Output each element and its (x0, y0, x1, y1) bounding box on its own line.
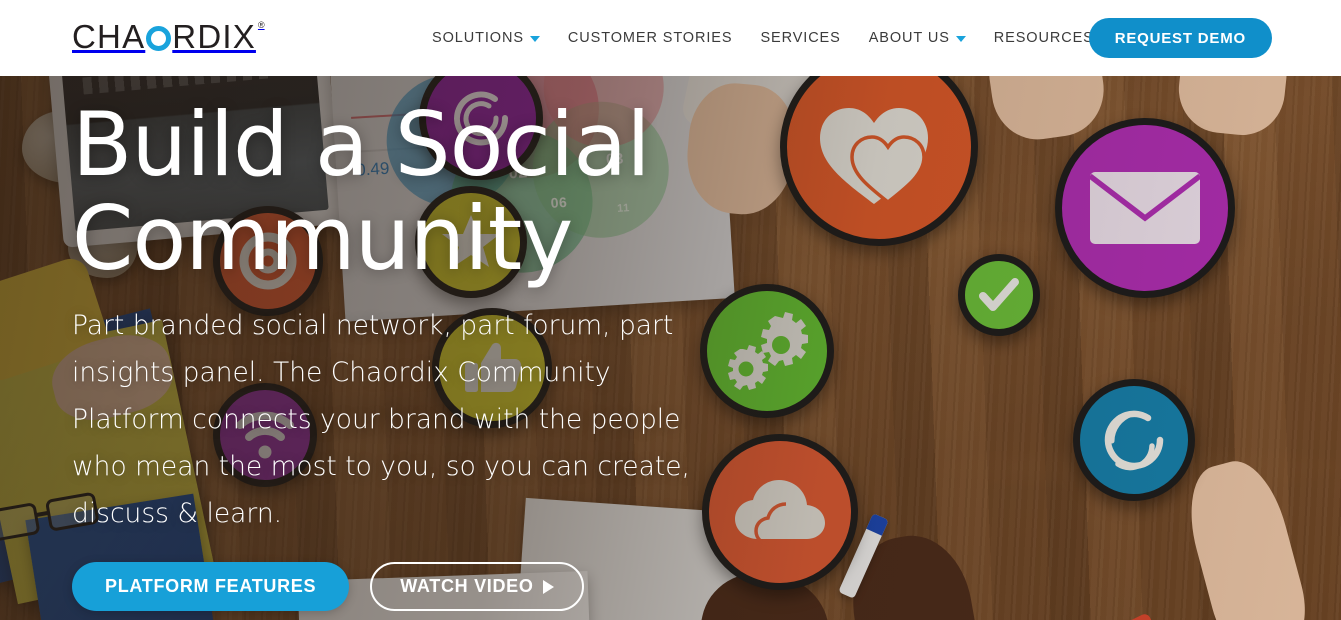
nav-item-customer-stories[interactable]: CUSTOMER STORIES (554, 30, 747, 46)
nav-label-customer-stories: CUSTOMER STORIES (567, 30, 733, 46)
hero-title: Build a Social Community (72, 93, 651, 290)
brand-logo[interactable]: CHA RDIX ® (72, 18, 265, 56)
play-triangle-icon (542, 579, 554, 594)
main-navigation: SOLUTIONS CUSTOMER STORIES SERVICES ABOU… (418, 0, 1124, 76)
chevron-down-icon (955, 36, 966, 42)
hero-section: 0.49 08 02 05 03 06 10 11 LEAN (0, 76, 1341, 620)
nav-item-services[interactable]: SERVICES (746, 30, 854, 46)
nav-item-about-us[interactable]: ABOUT US (855, 30, 980, 46)
logo-ring-icon (146, 25, 172, 51)
watch-video-label: WATCH VIDEO (400, 576, 534, 596)
nav-label-resources: RESOURCES (993, 30, 1094, 46)
hero-actions: PLATFORM FEATURES WATCH VIDEO (72, 562, 772, 611)
page-root: CHA RDIX ® SOLUTIONS CUSTOMER STORIES SE… (0, 0, 1341, 620)
brand-name-part2: RDIX (172, 18, 256, 55)
chevron-down-icon (529, 36, 540, 42)
hero-subtitle: Part branded social network, part forum,… (72, 310, 690, 529)
nav-label-about-us: ABOUT US (868, 30, 950, 46)
hero-content: Build a Social Community Part branded so… (72, 98, 772, 611)
request-demo-button[interactable]: REQUEST DEMO (1088, 18, 1272, 58)
platform-features-button[interactable]: PLATFORM FEATURES (72, 562, 350, 611)
nav-item-solutions[interactable]: SOLUTIONS (418, 30, 554, 46)
nav-label-services: SERVICES (760, 30, 841, 46)
brand-logo-text: CHA RDIX ® (72, 18, 265, 56)
watch-video-button[interactable]: WATCH VIDEO (370, 562, 584, 611)
trademark-symbol: ® (257, 20, 265, 30)
brand-name-part1: CHA (72, 18, 146, 55)
site-header: CHA RDIX ® SOLUTIONS CUSTOMER STORIES SE… (0, 0, 1341, 76)
nav-label-solutions: SOLUTIONS (432, 30, 524, 46)
